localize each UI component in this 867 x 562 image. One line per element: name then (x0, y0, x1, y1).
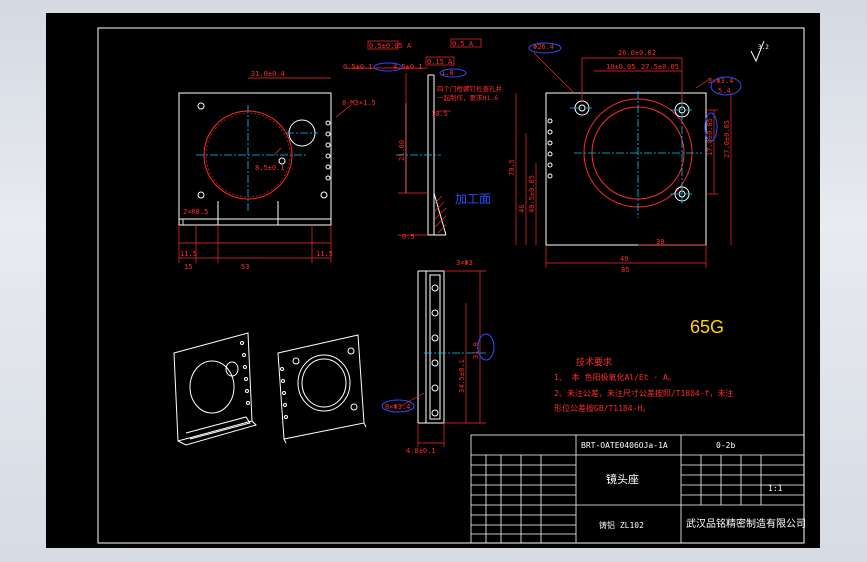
tech-req-line: 1、 本 色阳极氧化Al/Et · A。 (554, 372, 676, 382)
dim-label: 15 (184, 263, 192, 271)
dim-label: 40.5±0.05 (528, 175, 536, 213)
dim-label: 10.5 (431, 110, 448, 118)
front-view (178, 92, 332, 226)
dim-label: 2×R0.5 (183, 208, 208, 216)
dim-label: 46 (518, 205, 526, 213)
bottom-view-holes (431, 284, 439, 417)
revision-cloud (477, 333, 495, 361)
dim-label: 30 (656, 238, 664, 246)
gdt-callout: 0.5±0.05 A (369, 42, 412, 50)
dim-label: 70.5 (508, 159, 516, 176)
dim-label: 27.5±0.05 (641, 63, 679, 71)
process-note: 四个门框螺钉检查孔并 (437, 84, 503, 93)
tech-req-line: 2、未注公差，未注尺寸公差按照/T1804-f，未注 (554, 388, 733, 398)
dim-label: 31.0±0.4 (251, 70, 285, 78)
dim-label: 4.8±0.1 (406, 447, 436, 455)
tech-req-line: 形位公差按GB/T1184-H。 (554, 403, 650, 413)
process-note: 一起制作，要求H1.6 (437, 93, 498, 102)
bottom-view (417, 270, 445, 424)
dim-label: 27.0±0.05 (723, 120, 731, 158)
dim-label: 8×Φ3.4 (385, 403, 410, 411)
tech-req-title: 技术要求 (576, 356, 612, 368)
dim-label: 11.5 (316, 250, 333, 258)
dim-label: 3×Φ3 (456, 259, 473, 267)
dim-label: 85 (621, 266, 629, 274)
isometric-view-front (173, 332, 257, 446)
drawing-scale: 1:1 (768, 484, 783, 493)
dim-label: 10±0.05 (606, 63, 636, 71)
dim-label: 34.5±0.1 (458, 359, 466, 393)
dim-label: 53 (241, 263, 249, 271)
cad-viewport[interactable]: 31.0±0.4 8.5±0.1 8-M3×1.5 2×R0.5 11.5 15… (46, 13, 820, 548)
dim-label: 8.5±0.1 (255, 164, 285, 172)
front-view-bore (197, 102, 331, 200)
dim-label: 49 (620, 255, 628, 263)
part-name: 镜头座 (606, 472, 639, 486)
dim-label: 0.5 (402, 233, 415, 241)
dim-label: 21.00 (398, 140, 406, 161)
isometric-view-rear (277, 334, 367, 444)
front-view-centerlines (196, 105, 318, 213)
company-name: 武汉品铭精密制造有限公司 (686, 517, 806, 530)
dim-label: 11.5 (180, 250, 197, 258)
gdt-callout: 0.5 A (452, 40, 474, 48)
dim-label: 26.0±0.02 (618, 49, 656, 57)
dim-label: 8-M3×1.5 (342, 99, 376, 107)
revision-code: 0-2b (716, 441, 735, 450)
drawing-number: BRT-OATE0406OJa-1A (581, 441, 668, 450)
material-grade-tag: 65G (690, 317, 724, 337)
dim-label: 0.5±0.1 (343, 63, 373, 71)
material-spec: 铸铝 ZL102 (599, 520, 644, 530)
top-view-dims (515, 52, 732, 268)
machined-surface-label: 加工面 (455, 192, 491, 206)
technical-requirements: 技术要求 1、 本 色阳极氧化Al/Et · A。 2、未注公差，未注尺寸公差按… (554, 356, 733, 413)
surface-finish-value: 3.2 (758, 44, 769, 51)
gdt-callout: 0.15 A (427, 58, 453, 66)
drawing-canvas[interactable]: 31.0±0.4 8.5±0.1 8-M3×1.5 2×R0.5 11.5 15… (46, 13, 820, 548)
dim-label: 31.0 (472, 342, 480, 359)
